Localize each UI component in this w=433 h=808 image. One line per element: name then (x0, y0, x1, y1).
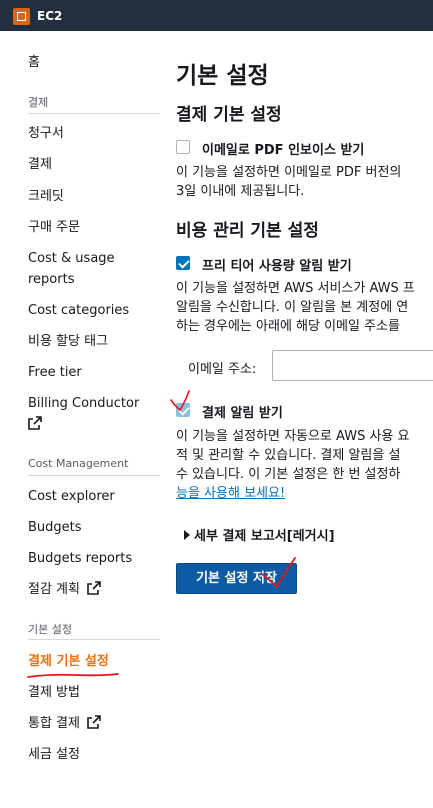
sidebar-item-cost-allocation-tags[interactable]: 비용 할당 태그 (28, 331, 108, 352)
free-tier-alert-label[interactable]: 프리 티어 사용량 알림 받기 (202, 255, 352, 274)
external-link-icon (87, 581, 101, 595)
sidebar-divider (28, 113, 160, 114)
main-content: 기본 설정 결제 기본 설정 이메일로 PDF 인보이스 받기 이 기능을 설정… (176, 31, 433, 808)
free-tier-alert-description: 이 기능을 설정하면 AWS 서비스가 AWS 프 알림을 수신합니다. 이 알… (176, 279, 433, 336)
description-line: 3일 이내에 제공됩니다. (176, 184, 305, 199)
sidebar-item-payments[interactable]: 결제 (28, 154, 52, 175)
pdf-invoice-checkbox[interactable] (176, 140, 190, 154)
sidebar-item-home[interactable]: 홈 (28, 52, 40, 73)
try-feature-link[interactable]: 능을 사용해 보세요! (176, 486, 285, 501)
billing-alert-description: 이 기능을 설정하면 자동으로 AWS 사용 요 적 및 관리할 수 있습니다.… (176, 427, 433, 503)
description-line: 수 있습니다. 이 기본 설정은 한 번 설정하 (176, 467, 401, 482)
sidebar-item-free-tier[interactable]: Free tier (28, 362, 82, 383)
description-line: 이 기능을 설정하면 이메일로 PDF 버전의 (176, 165, 402, 180)
external-link-icon (87, 715, 101, 729)
email-address-input[interactable] (272, 350, 433, 381)
sidebar-item-label: Cost & usage (28, 251, 115, 266)
sidebar-item-savings-plans[interactable]: 절감 계획 (28, 579, 101, 600)
sidebar-item-label: Billing Conductor (28, 396, 140, 411)
sidebar-item-bills[interactable]: 청구서 (28, 123, 64, 144)
sidebar-item-label: 통합 결제 (28, 716, 80, 731)
top-bar: EC2 (0, 0, 433, 31)
sidebar-item-billing-conductor[interactable]: Billing Conductor (28, 393, 139, 435)
sidebar-section-preferences: 기본 설정 (28, 623, 72, 636)
billing-alert-label[interactable]: 결제 알림 받기 (202, 402, 283, 421)
description-line: 이 기능을 설정하면 AWS 서비스가 AWS 프 (176, 281, 415, 296)
expander-label: 세부 결제 보고서[레거시] (194, 529, 335, 544)
sidebar-item-budgets-reports[interactable]: Budgets reports (28, 548, 132, 569)
sidebar-section-cost-management: Cost Management (28, 457, 129, 470)
billing-preferences-heading: 결제 기본 설정 (176, 105, 282, 125)
email-address-label: 이메일 주소: (188, 362, 257, 377)
sidebar-item-purchase-orders[interactable]: 구매 주문 (28, 217, 80, 238)
external-link-icon (28, 416, 42, 430)
description-line: 적 및 관리할 수 있습니다. 결제 알림을 설 (176, 448, 401, 463)
caret-right-icon (184, 530, 190, 540)
sidebar-item-label: 절감 계획 (28, 582, 80, 597)
page-title: 기본 설정 (176, 63, 269, 89)
sidebar-divider (28, 639, 160, 640)
pdf-invoice-label[interactable]: 이메일로 PDF 인보이스 받기 (202, 139, 364, 158)
sidebar-divider (28, 475, 160, 476)
sidebar-nav: 홈 결제 청구서 결제 크레딧 구매 주문 Cost & usage repor… (0, 31, 165, 808)
pdf-invoice-description: 이 기능을 설정하면 이메일로 PDF 버전의 3일 이내에 제공됩니다. (176, 163, 433, 201)
sidebar-item-credits[interactable]: 크레딧 (28, 186, 64, 207)
description-line: 하는 경우에는 아래에 해당 이메일 주소를 (176, 319, 400, 334)
sidebar-item-budgets[interactable]: Budgets (28, 517, 82, 538)
cost-management-preferences-heading: 비용 관리 기본 설정 (176, 221, 319, 241)
sidebar-item-consolidated-billing[interactable]: 통합 결제 (28, 713, 101, 734)
ec2-logo-icon[interactable] (13, 8, 30, 25)
save-preferences-button[interactable]: 기본 설정 저장 (176, 563, 297, 594)
sidebar-item-cost-explorer[interactable]: Cost explorer (28, 486, 115, 507)
sidebar-item-tax-settings[interactable]: 세금 설정 (28, 744, 80, 765)
description-line: 알림을 수신합니다. 이 알림을 본 계정에 연 (176, 300, 409, 315)
sidebar-item-label: reports (28, 272, 75, 287)
sidebar-item-billing-preferences[interactable]: 결제 기본 설정 (28, 651, 109, 672)
sidebar-item-cost-usage-reports[interactable]: Cost & usage reports (28, 248, 115, 290)
sidebar-item-payment-methods[interactable]: 결제 방법 (28, 682, 80, 703)
sidebar-section-billing: 결제 (28, 96, 49, 109)
billing-alert-checkbox[interactable] (176, 403, 190, 417)
app-name[interactable]: EC2 (37, 9, 62, 23)
free-tier-alert-checkbox[interactable] (176, 256, 190, 270)
detailed-billing-reports-expander[interactable]: 세부 결제 보고서[레거시] (184, 525, 335, 544)
sidebar-item-cost-categories[interactable]: Cost categories (28, 300, 129, 321)
description-line: 이 기능을 설정하면 자동으로 AWS 사용 요 (176, 429, 410, 444)
